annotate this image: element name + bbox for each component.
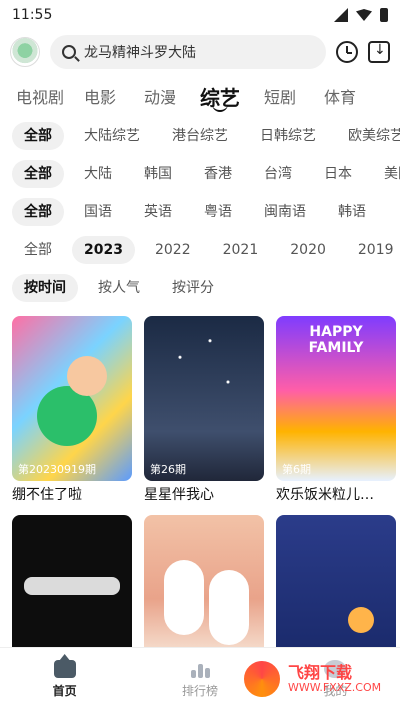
- watermark-text: 飞翔下载 WWW.FXXZ.COM: [288, 664, 381, 694]
- tab-movie[interactable]: 电影: [70, 84, 130, 108]
- sort-by-popularity[interactable]: 按人气: [86, 274, 152, 302]
- content-card[interactable]: [144, 515, 264, 655]
- filter-language-mandarin[interactable]: 国语: [72, 198, 124, 226]
- filter-mainland-variety[interactable]: 大陆综艺: [72, 122, 152, 150]
- content-card[interactable]: HAPPY FAMILY 第6期 欢乐饭米粒儿…: [276, 316, 396, 509]
- episode-label: 第6期: [282, 463, 311, 476]
- signal-icon: [334, 8, 348, 22]
- poster-image[interactable]: 第26期: [144, 316, 264, 481]
- tab-sports[interactable]: 体育: [310, 84, 370, 108]
- content-card[interactable]: 第20230919期 绷不住了啦: [12, 316, 132, 509]
- episode-label: 第20230919期: [18, 463, 96, 476]
- search-icon: [62, 45, 76, 59]
- filter-language-cantonese[interactable]: 粤语: [192, 198, 244, 226]
- content-card[interactable]: [12, 515, 132, 655]
- nav-home[interactable]: 首页: [53, 660, 77, 699]
- content-card[interactable]: 第26期 星星伴我心: [144, 316, 264, 509]
- content-card[interactable]: [276, 515, 396, 655]
- filter-year-2022[interactable]: 2022: [143, 236, 203, 264]
- filter-row-sort: 按时间 按人气 按评分: [12, 270, 400, 306]
- status-time: 11:55: [12, 7, 53, 23]
- tab-anime[interactable]: 动漫: [130, 84, 190, 108]
- filter-region-hk[interactable]: 香港: [192, 160, 244, 188]
- content-grid: 第20230919期 绷不住了啦 第26期 星星伴我心 HAPPY FAMILY…: [0, 308, 400, 655]
- filter-row-year: 全部 2023 2022 2021 2020 2019: [12, 232, 400, 268]
- filter-row-type: 全部 大陆综艺 港台综艺 日韩综艺 欧美综艺: [12, 118, 400, 154]
- filter-region-korea[interactable]: 韩国: [132, 160, 184, 188]
- watermark-logo: [242, 659, 282, 699]
- card-title: 绷不住了啦: [12, 487, 82, 503]
- wifi-icon: [356, 9, 372, 21]
- poster-decoration: [348, 607, 374, 633]
- filter-jp-kr-variety[interactable]: 日韩综艺: [248, 122, 328, 150]
- tab-tv[interactable]: 电视剧: [10, 84, 70, 108]
- filter-row-region: 全部 大陆 韩国 香港 台湾 日本 美国: [12, 156, 400, 192]
- filter-region-mainland[interactable]: 大陆: [72, 160, 124, 188]
- card-title: 星星伴我心: [144, 487, 214, 503]
- filter-year-2019[interactable]: 2019: [346, 236, 400, 264]
- filter-year-2023[interactable]: 2023: [72, 236, 135, 264]
- filter-language-korean[interactable]: 韩语: [326, 198, 378, 226]
- nav-home-label: 首页: [52, 684, 77, 698]
- poster-decoration: [164, 560, 204, 635]
- filter-region-all[interactable]: 全部: [12, 160, 64, 188]
- category-tabs: 电视剧 电影 动漫 综艺 短剧 体育: [0, 74, 400, 118]
- watermark-top: 飞翔下载: [288, 663, 353, 683]
- filter-language-english[interactable]: 英语: [132, 198, 184, 226]
- status-icons: [334, 8, 388, 22]
- rank-icon: [189, 660, 211, 678]
- search-query: 龙马精神斗罗大陆: [84, 45, 196, 61]
- filter-language-all[interactable]: 全部: [12, 198, 64, 226]
- episode-label: 第26期: [150, 463, 186, 476]
- poster-decoration: [144, 316, 264, 481]
- download-icon[interactable]: [368, 41, 390, 63]
- search-box[interactable]: 龙马精神斗罗大陆: [50, 35, 326, 69]
- tab-short-drama[interactable]: 短剧: [250, 84, 310, 108]
- filter-hk-tw-variety[interactable]: 港台综艺: [160, 122, 240, 150]
- poster-image[interactable]: [276, 515, 396, 655]
- filter-region-usa[interactable]: 美国: [372, 160, 400, 188]
- nav-rank[interactable]: 排行榜: [182, 660, 218, 699]
- poster-image[interactable]: 第20230919期: [12, 316, 132, 481]
- poster-decoration: [24, 577, 120, 595]
- filter-region-japan[interactable]: 日本: [312, 160, 364, 188]
- poster-image[interactable]: HAPPY FAMILY 第6期: [276, 316, 396, 481]
- poster-image[interactable]: [144, 515, 264, 655]
- watermark: 飞翔下载 WWW.FXXZ.COM: [242, 657, 392, 701]
- poster-image[interactable]: [12, 515, 132, 655]
- filter-year-2020[interactable]: 2020: [278, 236, 338, 264]
- sort-by-rating[interactable]: 按评分: [160, 274, 226, 302]
- filter-region-taiwan[interactable]: 台湾: [252, 160, 304, 188]
- poster-title: HAPPY FAMILY: [308, 324, 364, 356]
- filter-language-japanese[interactable]: 日: [386, 198, 400, 226]
- app-logo[interactable]: [10, 37, 40, 67]
- poster-decoration: [209, 570, 249, 645]
- sort-by-time[interactable]: 按时间: [12, 274, 78, 302]
- nav-rank-label: 排行榜: [181, 684, 218, 698]
- tab-variety[interactable]: 综艺: [190, 82, 250, 112]
- filter-language-minnan[interactable]: 闽南语: [252, 198, 318, 226]
- filters: 全部 大陆综艺 港台综艺 日韩综艺 欧美综艺 全部 大陆 韩国 香港 台湾 日本…: [0, 118, 400, 306]
- card-title: 欢乐饭米粒儿…: [276, 487, 374, 503]
- top-bar: 龙马精神斗罗大陆: [0, 30, 400, 74]
- watermark-bottom: WWW.FXXZ.COM: [288, 680, 382, 694]
- battery-icon: [380, 8, 388, 22]
- history-icon[interactable]: [336, 41, 358, 63]
- status-bar: 11:55: [0, 0, 400, 30]
- filter-row-language: 全部 国语 英语 粤语 闽南语 韩语 日: [12, 194, 400, 230]
- filter-year-2021[interactable]: 2021: [211, 236, 271, 264]
- home-icon: [53, 660, 76, 678]
- poster-decoration: [67, 356, 107, 396]
- filter-western-variety[interactable]: 欧美综艺: [336, 122, 400, 150]
- filter-all[interactable]: 全部: [12, 122, 64, 150]
- filter-year-all[interactable]: 全部: [12, 236, 64, 264]
